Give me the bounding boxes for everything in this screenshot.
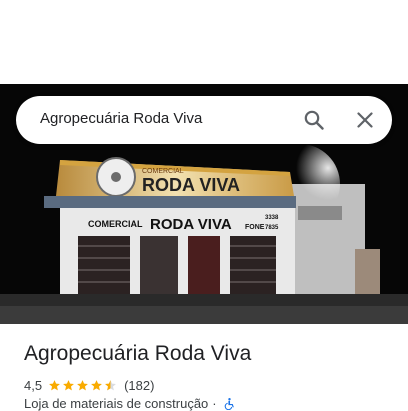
wheelchair-icon xyxy=(224,397,234,410)
star-icon xyxy=(63,379,74,390)
star-icon xyxy=(49,379,60,390)
rating-row[interactable]: 4,5 (182) xyxy=(24,376,154,394)
category-row: Loja de materiais de construção · xyxy=(24,396,236,411)
star-rating xyxy=(48,379,118,392)
search-icon[interactable] xyxy=(302,108,326,132)
sign-top-big-text: RODA VIVA xyxy=(142,175,240,195)
search-bar[interactable]: Agropecuária Roda Viva xyxy=(16,96,392,144)
half-star-icon xyxy=(105,379,116,390)
review-count[interactable]: (182) xyxy=(124,378,154,393)
star-icon xyxy=(91,379,102,390)
facade-center-text: RODA VIVA xyxy=(150,216,232,233)
close-icon[interactable] xyxy=(353,108,377,132)
category-separator: · xyxy=(212,396,217,411)
facade-phone-a: 3338 xyxy=(265,215,279,221)
facade-left-text: COMERCIAL xyxy=(88,219,143,229)
rating-value: 4,5 xyxy=(24,377,43,393)
sign-top-small-text: COMERCIAL xyxy=(142,168,184,175)
star-icon xyxy=(77,379,88,390)
facade-phone-label: FONE xyxy=(245,224,265,231)
place-title: Agropecuária Roda Viva xyxy=(24,342,252,365)
category-text: Loja de materiais de construção xyxy=(24,396,209,411)
top-blank-area xyxy=(0,0,408,84)
facade-phone-b: 7835 xyxy=(265,225,279,231)
search-query-text[interactable]: Agropecuária Roda Viva xyxy=(40,110,202,127)
